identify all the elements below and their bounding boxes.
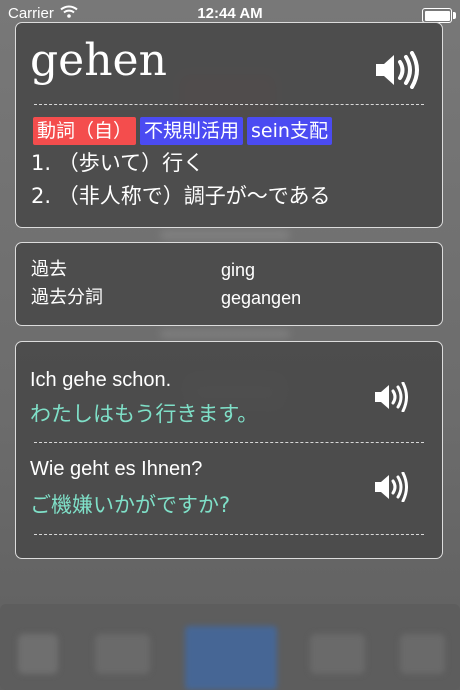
background-tab-bar bbox=[0, 604, 460, 690]
divider bbox=[34, 534, 424, 535]
conjugation-label-participle: 過去分詞 bbox=[31, 287, 103, 308]
background-blob bbox=[95, 634, 150, 674]
divider bbox=[34, 442, 424, 443]
conjugation-value-participle: gegangen bbox=[221, 288, 302, 308]
background-blob bbox=[185, 626, 277, 690]
headword-card: gehen 動詞（自） 不規則活用 sein支配 1. （歩いて）行く 2. （… bbox=[15, 22, 443, 228]
example-1-german: Ich gehe schon. bbox=[30, 369, 172, 391]
battery-icon bbox=[422, 8, 456, 23]
status-time: 12:44 AM bbox=[197, 5, 263, 22]
speaker-icon[interactable] bbox=[374, 381, 408, 416]
conjugation-label-past: 過去 bbox=[31, 259, 67, 280]
battery-fill bbox=[424, 10, 450, 21]
example-1-japanese: わたしはもう行きます。 bbox=[30, 402, 259, 426]
meaning-1: 1. （歩いて）行く bbox=[31, 151, 205, 175]
example-2-japanese: ご機嫌いかがですか? bbox=[30, 493, 231, 517]
examples-card: Ich gehe schon. わたしはもう行きます。 Wie geht es … bbox=[15, 341, 443, 559]
speaker-icon[interactable] bbox=[374, 51, 420, 93]
example-2-german: Wie geht es Ihnen? bbox=[30, 458, 203, 480]
meaning-2: 2. （非人称で）調子が～である bbox=[31, 184, 331, 208]
tag-part-of-speech: 動詞（自） bbox=[33, 117, 137, 145]
headword: gehen bbox=[30, 35, 167, 86]
conjugation-card: 過去 ging 過去分詞 gegangen bbox=[15, 242, 443, 326]
background-blob bbox=[400, 634, 445, 674]
tag-irregular: 不規則活用 bbox=[140, 117, 244, 145]
speaker-icon[interactable] bbox=[374, 471, 408, 506]
background-blob bbox=[160, 330, 290, 338]
background-blob bbox=[310, 634, 365, 674]
divider bbox=[34, 104, 424, 105]
tag-list: 動詞（自） 不規則活用 sein支配 bbox=[33, 117, 332, 145]
tag-auxiliary: sein支配 bbox=[247, 117, 332, 145]
background-blob bbox=[160, 230, 290, 240]
conjugation-value-past: ging bbox=[221, 260, 256, 280]
background-blob bbox=[18, 634, 58, 674]
